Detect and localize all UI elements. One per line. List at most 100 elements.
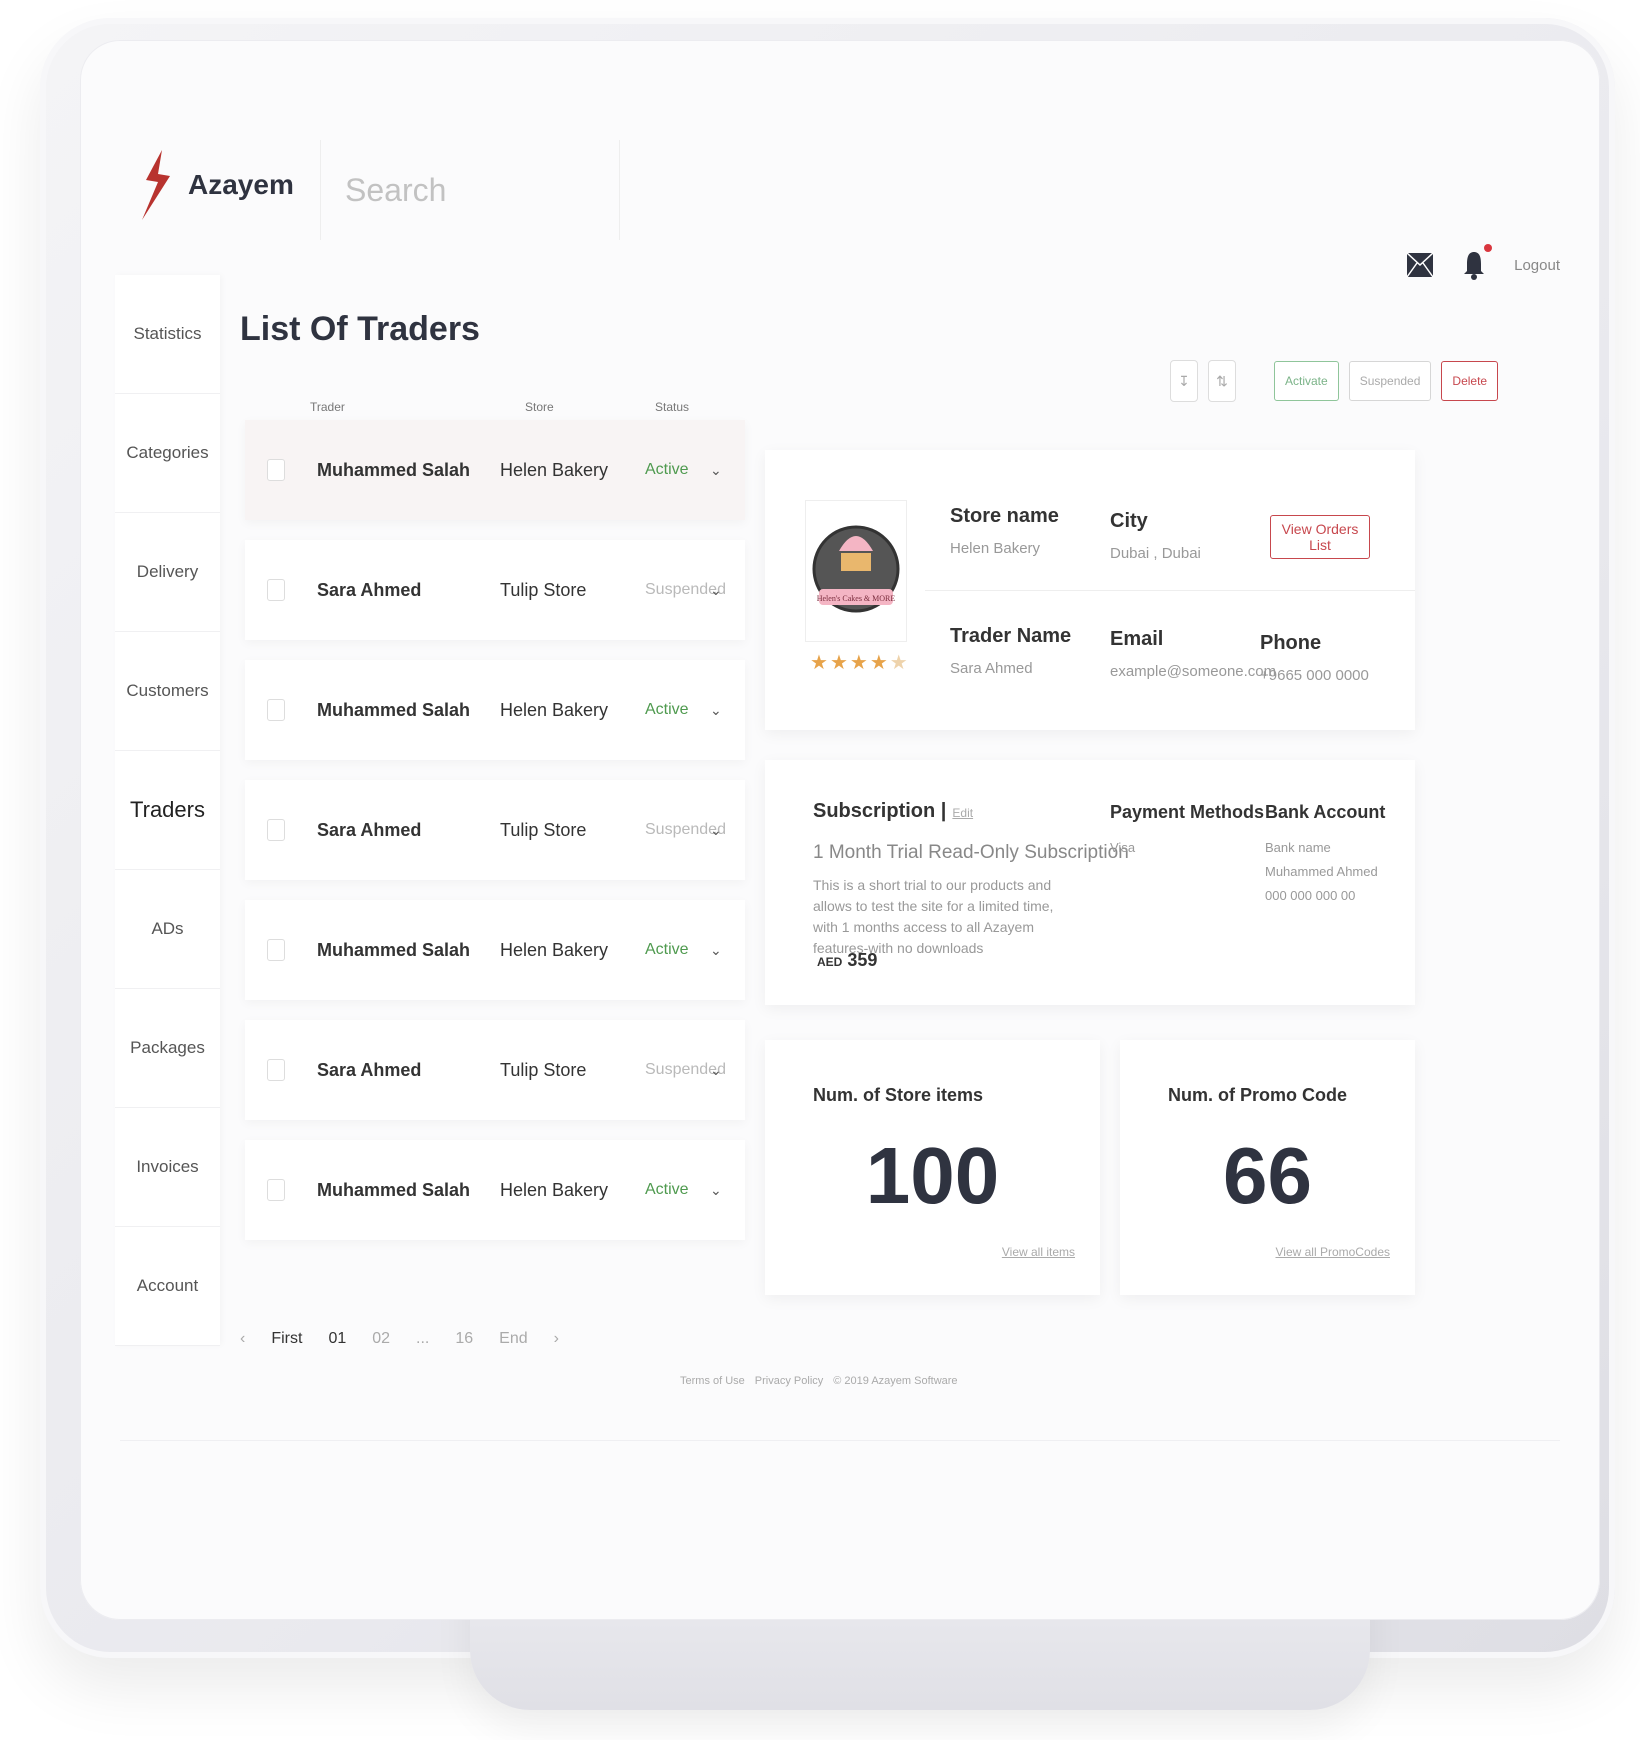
row-checkbox[interactable] <box>267 459 285 481</box>
status-label: Active <box>645 941 689 958</box>
logo-mark-icon <box>142 150 170 220</box>
column-header-trader: Trader <box>310 400 345 414</box>
chevron-down-icon[interactable]: ⌄ <box>710 822 722 839</box>
subscription-edit-link[interactable]: Edit <box>952 806 973 820</box>
currency: AED <box>817 955 843 969</box>
mail-icon[interactable] <box>1406 252 1434 278</box>
star-icon: ★ <box>810 652 830 674</box>
chevron-down-icon[interactable]: ⌄ <box>710 942 722 959</box>
store-name: Tulip Store <box>500 819 587 840</box>
suspended-button[interactable]: Suspended <box>1348 361 1432 401</box>
top-icons: Logout <box>1406 244 1560 280</box>
subscription-description: This is a short trial to our products an… <box>813 877 1054 956</box>
logout-link[interactable]: Logout <box>1514 257 1560 274</box>
store-name: Tulip Store <box>500 579 587 600</box>
row-checkbox[interactable] <box>267 819 285 841</box>
screen: Azayem Logout Statistics Categories Deli… <box>80 40 1600 1620</box>
app-name: Azayem <box>188 169 294 200</box>
trader-name: Muhammed Salah <box>317 459 471 480</box>
trader-name: Muhammed Salah <box>317 1179 471 1200</box>
store-items-label: Num. of Store items <box>813 1085 984 1105</box>
pagination-page[interactable]: 16 <box>455 1330 473 1348</box>
phone-label: Phone <box>1260 632 1322 654</box>
table-row[interactable]: Muhammed Salah Helen Bakery Active ⌄ <box>245 660 745 760</box>
column-header-store: Store <box>525 400 554 414</box>
search-box <box>320 140 620 240</box>
sidebar-item-customers[interactable]: Customers <box>115 632 220 751</box>
divider <box>925 590 1415 591</box>
payment-methods-title: Payment Methods <box>1110 802 1265 822</box>
logo[interactable]: Azayem <box>140 150 294 220</box>
bank-account-title: Bank Account <box>1265 802 1386 822</box>
star-empty-icon: ★ <box>889 652 910 674</box>
table-row[interactable]: Sara Ahmed Tulip Store Suspended ⌄ <box>245 540 745 640</box>
status-label: Active <box>645 1181 689 1198</box>
table-row[interactable]: Muhammed Salah Helen Bakery Active ⌄ <box>245 420 745 520</box>
store-name: Helen Bakery <box>500 1179 609 1200</box>
delete-button[interactable]: Delete <box>1441 361 1499 401</box>
bank-name: Bank name <box>1265 840 1331 855</box>
chevron-down-icon[interactable]: ⌄ <box>710 1062 722 1079</box>
chevron-down-icon[interactable]: ⌄ <box>710 702 722 719</box>
sidebar-item-packages[interactable]: Packages <box>115 989 220 1108</box>
view-all-items-link[interactable]: View all items <box>1002 1245 1075 1259</box>
cupcake-logo-icon: Helen's Cakes & MORE <box>812 525 900 613</box>
rating-stars: ★★★★★ <box>810 650 910 675</box>
column-header-status: Status <box>655 400 690 414</box>
chevron-down-icon[interactable]: ⌄ <box>710 582 722 599</box>
trader-name-value: Sara Ahmed <box>950 660 1033 677</box>
chevron-down-icon[interactable]: ⌄ <box>710 1182 722 1199</box>
sidebar-item-ads[interactable]: ADs <box>115 870 220 989</box>
sidebar-item-categories[interactable]: Categories <box>115 394 220 513</box>
promo-code-card: Num. of Promo Code 66 View all PromoCode… <box>1120 1040 1415 1295</box>
chevron-left-icon[interactable]: ‹ <box>240 1330 245 1348</box>
header: Azayem Logout <box>80 40 1600 280</box>
bell-shape-icon <box>1464 252 1485 280</box>
sidebar-item-statistics[interactable]: Statistics <box>115 275 220 394</box>
pagination-page[interactable]: 02 <box>372 1330 390 1348</box>
row-checkbox[interactable] <box>267 939 285 961</box>
subscription-title: Subscription | Edit <box>813 800 973 823</box>
sidebar-item-account[interactable]: Account <box>115 1227 220 1346</box>
sidebar-item-invoices[interactable]: Invoices <box>115 1108 220 1227</box>
trader-name: Sara Ahmed <box>317 1059 422 1080</box>
footer: Terms of Use Privacy Policy © 2019 Azaye… <box>680 1375 958 1387</box>
store-name: Helen Bakery <box>500 699 609 720</box>
phone-value: +9665 000 0000 <box>1260 667 1369 684</box>
sort-icon[interactable]: ⇅ <box>1208 360 1236 402</box>
store-details-card: Helen's Cakes & MORE ★★★★★ Store name He… <box>765 450 1415 730</box>
star-icon: ★ <box>869 652 890 674</box>
row-checkbox[interactable] <box>267 699 285 721</box>
row-checkbox[interactable] <box>267 579 285 601</box>
table-row[interactable]: Sara Ahmed Tulip Store Suspended ⌄ <box>245 780 745 880</box>
privacy-link[interactable]: Privacy Policy <box>755 1375 823 1387</box>
row-checkbox[interactable] <box>267 1059 285 1081</box>
table-row[interactable]: Muhammed Salah Helen Bakery Active ⌄ <box>245 1140 745 1240</box>
activate-button[interactable]: Activate <box>1274 361 1339 401</box>
promo-code-label: Num. of Promo Code <box>1168 1085 1347 1105</box>
store-logo-lettering: Helen's Cakes & MORE <box>817 594 896 603</box>
sidebar-item-delivery[interactable]: Delivery <box>115 513 220 632</box>
chevron-right-icon[interactable]: › <box>554 1330 559 1348</box>
traders-list: Muhammed Salah Helen Bakery Active ⌄ Sar… <box>245 420 745 1260</box>
pagination-page[interactable]: 01 <box>328 1330 346 1348</box>
terms-link[interactable]: Terms of Use <box>680 1375 745 1387</box>
table-row[interactable]: Muhammed Salah Helen Bakery Active ⌄ <box>245 900 745 1000</box>
row-checkbox[interactable] <box>267 1179 285 1201</box>
table-row[interactable]: Sara Ahmed Tulip Store Suspended ⌄ <box>245 1020 745 1120</box>
pagination-end[interactable]: End <box>499 1330 527 1348</box>
download-icon[interactable]: ↧ <box>1170 360 1198 402</box>
view-orders-button[interactable]: View Orders List <box>1270 515 1370 559</box>
search-input[interactable] <box>343 170 587 210</box>
sidebar-item-traders[interactable]: Traders <box>115 751 220 870</box>
store-items-card: Num. of Store items 100 View all items <box>765 1040 1100 1295</box>
promo-code-count: 66 <box>1223 1131 1312 1220</box>
copyright: © 2019 Azayem Software <box>833 1375 958 1387</box>
chevron-down-icon[interactable]: ⌄ <box>710 462 722 479</box>
email-label: Email <box>1110 628 1164 650</box>
pagination-first[interactable]: First <box>271 1330 302 1348</box>
status-label: Active <box>645 461 689 478</box>
trader-name: Muhammed Salah <box>317 939 471 960</box>
bell-icon[interactable] <box>1462 244 1493 280</box>
view-all-promocodes-link[interactable]: View all PromoCodes <box>1276 1245 1391 1259</box>
